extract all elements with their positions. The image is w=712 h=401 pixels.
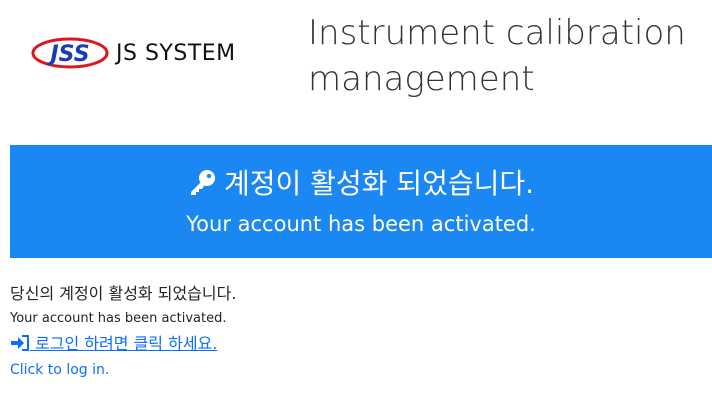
activation-content: 당신의 계정이 활성화 되었습니다. Your account has been… [10, 282, 700, 382]
login-link-ko-label: 로그인 하려면 클릭 하세요. [30, 334, 218, 353]
brand-name: JS SYSTEM [116, 41, 236, 66]
app-title: Instrument calibration management [308, 13, 686, 99]
banner-title-en: Your account has been activated. [186, 212, 536, 236]
banner-title-ko: 계정이 활성화 되었습니다. [223, 167, 535, 200]
page-header: JSS JS SYSTEM Instrument calibration man… [0, 0, 712, 120]
banner-title-ko-row: 계정이 활성화 되었습니다. [10, 167, 712, 201]
sign-in-icon [11, 335, 29, 351]
jss-logo: JSS [31, 37, 109, 69]
logo-text: JSS [46, 42, 89, 67]
message-ko: 당신의 계정이 활성화 되었습니다. [10, 284, 237, 303]
login-link-en[interactable]: Click to log in. [10, 358, 700, 382]
message-en: Your account has been activated. [10, 311, 227, 326]
login-link-ko[interactable]: 로그인 하려면 클릭 하세요. [10, 332, 217, 356]
key-icon [190, 170, 215, 195]
activation-banner: 계정이 활성화 되었습니다. Your account has been act… [10, 145, 712, 258]
